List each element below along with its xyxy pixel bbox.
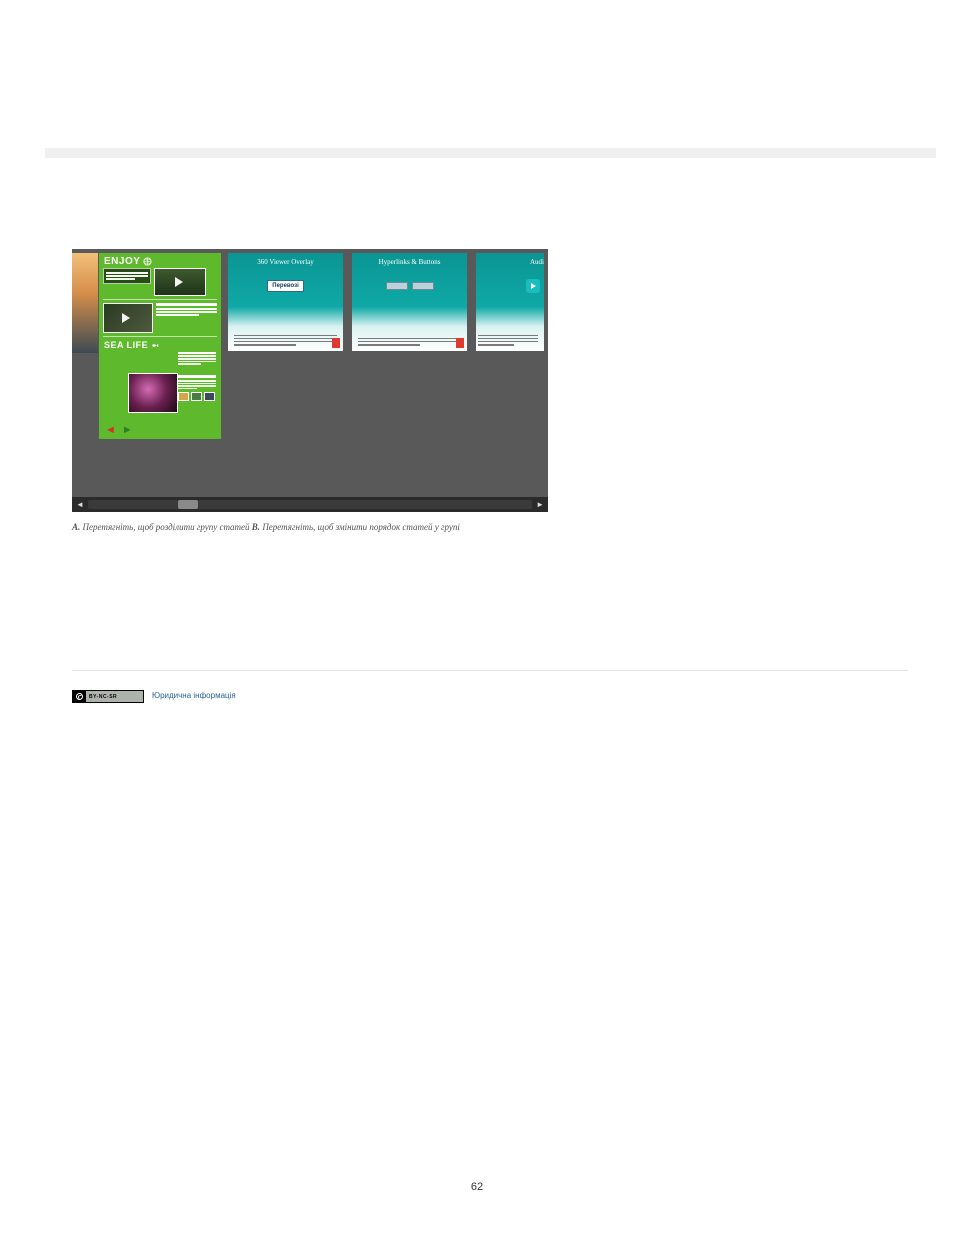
legal-info-link[interactable]: Юридична інформація xyxy=(152,691,236,700)
play-icon xyxy=(526,279,540,293)
adobe-logo-icon xyxy=(332,338,340,348)
globe-icon xyxy=(143,257,152,266)
teal-page-hyperlinks[interactable]: Hyperlinks & Buttons xyxy=(352,253,467,351)
sealife-thumb xyxy=(128,373,178,413)
caption-b-text: Перетягніть, щоб змінити порядок статей … xyxy=(260,522,460,532)
scroll-track[interactable] xyxy=(88,500,532,509)
cc-license-badge[interactable]: BY-NC-SR xyxy=(72,690,144,703)
tp1-box: Перевозі xyxy=(267,280,304,292)
divider xyxy=(72,670,908,671)
content-viewer-figure: A B ENJOY xyxy=(72,249,548,512)
cc-icon xyxy=(73,691,86,702)
prev-arrow-icon[interactable]: ◄ xyxy=(105,424,116,436)
figure-caption: A. Перетягніть, щоб розділити групу стат… xyxy=(72,522,460,532)
horizontal-scrollbar[interactable]: ◄ ► xyxy=(72,497,548,512)
green-title-sealife: SEA LIFE xyxy=(99,339,221,350)
page-nav-arrows[interactable]: ◄ ► xyxy=(105,424,133,436)
cityscape-thumb xyxy=(72,253,98,353)
teal-page-360[interactable]: 360 Viewer Overlay Перевозі xyxy=(228,253,343,351)
scroll-left-icon[interactable]: ◄ xyxy=(76,500,84,509)
header-strip xyxy=(45,148,936,158)
viewer-area: ENJOY xyxy=(72,249,548,512)
page-number: 62 xyxy=(0,1181,954,1193)
sample-button-2 xyxy=(412,282,434,290)
sealife-label: SEA LIFE xyxy=(104,340,148,350)
tp3-title: Audi xyxy=(476,253,544,266)
caption-b-label: B. xyxy=(252,522,260,532)
teal-page-audio[interactable]: Audi xyxy=(476,253,544,351)
document-page: A B ENJOY xyxy=(0,0,954,1235)
tp2-title: Hyperlinks & Buttons xyxy=(352,253,467,266)
green-article-page[interactable]: ENJOY xyxy=(99,253,221,439)
sample-button-1 xyxy=(386,282,408,290)
enjoy-label: ENJOY xyxy=(104,256,140,267)
tp1-title: 360 Viewer Overlay xyxy=(228,253,343,266)
cc-label: BY-NC-SR xyxy=(86,694,117,700)
scroll-thumb[interactable] xyxy=(178,500,198,509)
next-arrow-icon[interactable]: ► xyxy=(122,424,133,436)
caption-a-text: Перетягніть, щоб розділити групу статей xyxy=(80,522,252,532)
green-title-enjoy: ENJOY xyxy=(99,253,221,267)
fish-icon xyxy=(151,341,160,350)
adobe-logo-icon xyxy=(456,338,464,348)
scroll-right-icon[interactable]: ► xyxy=(536,500,544,509)
